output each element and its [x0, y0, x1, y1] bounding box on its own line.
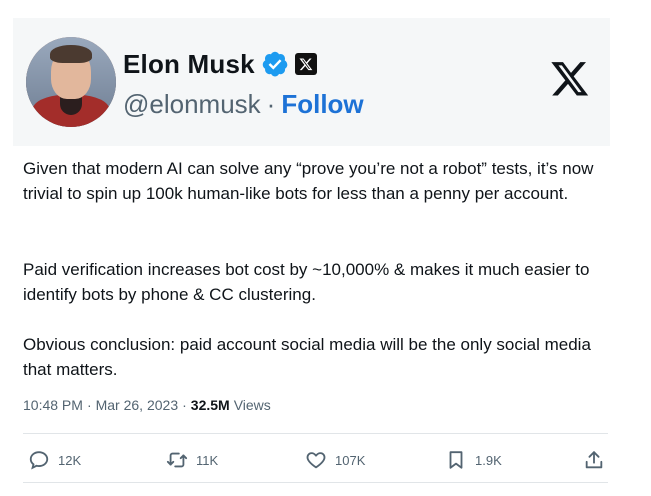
- tweet-paragraph: Obvious conclusion: paid account social …: [23, 335, 591, 379]
- tweet-time[interactable]: 10:48 PM: [23, 397, 83, 413]
- action-bar: 12K 11K 107K 1.9K: [23, 445, 608, 475]
- follow-button[interactable]: Follow: [281, 89, 363, 120]
- tweet-date[interactable]: Mar 26, 2023: [96, 397, 179, 413]
- separator: ·: [266, 89, 276, 119]
- author-name-row: Elon Musk: [123, 46, 317, 82]
- bookmark-button[interactable]: 1.9K: [445, 445, 502, 475]
- retweet-count: 11K: [196, 452, 219, 468]
- bookmark-icon: [449, 451, 463, 469]
- x-affiliate-badge-icon: [294, 53, 317, 75]
- tweet-meta: 10:48 PM · Mar 26, 2023 · 32.5M Views: [23, 397, 271, 413]
- avatar[interactable]: [26, 37, 116, 127]
- reply-icon: [29, 451, 49, 470]
- tweet-header: Elon Musk @elonmusk · Follow: [13, 18, 610, 146]
- like-button[interactable]: 107K: [305, 445, 365, 475]
- author-handle[interactable]: @elonmusk: [123, 89, 261, 120]
- bookmark-count: 1.9K: [475, 452, 502, 468]
- separator: ·: [86, 397, 92, 413]
- share-button[interactable]: [583, 445, 613, 475]
- retweet-icon: [166, 452, 188, 468]
- author-handle-row: @elonmusk · Follow: [123, 89, 364, 120]
- views-label: Views: [233, 397, 271, 413]
- divider: [23, 482, 608, 483]
- separator: ·: [182, 397, 187, 413]
- tweet-paragraph: Given that modern AI can solve any “prov…: [23, 159, 594, 203]
- x-logo-icon[interactable]: [549, 58, 591, 98]
- views-count: 32.5M: [190, 397, 230, 413]
- heart-icon: [306, 452, 326, 469]
- author-name[interactable]: Elon Musk: [123, 49, 255, 80]
- tweet-paragraph: Paid verification increases bot cost by …: [23, 260, 590, 304]
- share-icon: [585, 451, 603, 469]
- reply-button[interactable]: 12K: [28, 445, 81, 475]
- reply-count: 12K: [58, 452, 82, 468]
- retweet-button[interactable]: 11K: [166, 445, 218, 475]
- tweet-card: Elon Musk @elonmusk · Follow Given that …: [13, 0, 610, 496]
- verified-badge-icon: [262, 51, 288, 77]
- like-count: 107K: [335, 452, 366, 468]
- divider: [23, 433, 608, 434]
